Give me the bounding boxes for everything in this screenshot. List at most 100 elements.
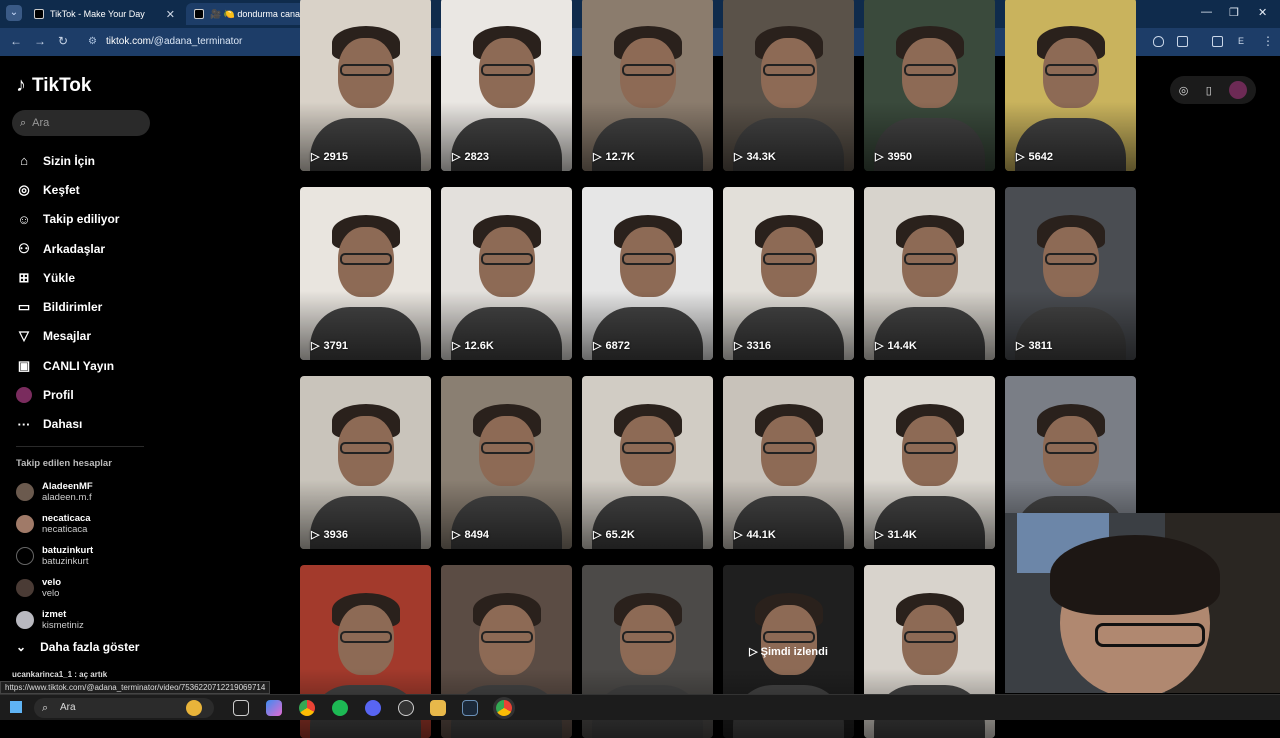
view-count-value: 3936 — [323, 528, 348, 541]
chrome-icon[interactable] — [299, 700, 315, 716]
sidebar-item-upload[interactable]: ⊞ Yükle — [16, 263, 156, 292]
following-account[interactable]: necaticaca necaticaca — [16, 508, 156, 540]
thumbnail-gradient — [300, 376, 431, 549]
video-thumbnail[interactable]: ▷ 31.4K — [864, 376, 995, 549]
tab-tiktok[interactable]: TikTok - Make Your Day ✕ — [26, 3, 183, 25]
profile-avatar[interactable] — [1229, 81, 1248, 99]
sidebar-item-label: Yükle — [43, 270, 76, 285]
view-count-value: 6872 — [605, 339, 630, 352]
tiktok-logo[interactable]: ♪ TikTok — [16, 74, 91, 97]
shield-extension-icon[interactable] — [1153, 36, 1164, 47]
thumbnail-gradient — [582, 187, 713, 360]
restore-icon[interactable]: ❐ — [1229, 6, 1239, 19]
video-thumbnail[interactable]: ▷ 3791 — [300, 187, 431, 360]
video-thumbnail[interactable]: ▷ 12.7K — [582, 0, 713, 171]
view-count: ▷ 3791 — [311, 339, 348, 353]
playlist-icon[interactable] — [1212, 36, 1223, 47]
close-icon[interactable]: ✕ — [166, 8, 175, 21]
show-more-button[interactable]: ⌄ Daha fazla göster — [16, 640, 139, 654]
thumbnail-gradient — [441, 187, 572, 360]
account-handle: necaticaca — [42, 524, 88, 535]
steam-icon[interactable] — [462, 700, 478, 716]
spotify-icon[interactable] — [332, 700, 348, 716]
sidebar-item-live[interactable]: ▣ CANLI Yayın — [16, 351, 156, 380]
sidebar-item-notifications[interactable]: ▭ Bildirimler — [16, 292, 156, 321]
sidebar-item-for-you[interactable]: ⌂ Sizin İçin — [16, 146, 156, 175]
play-icon: ▷ — [311, 340, 320, 352]
forward-icon[interactable]: → — [34, 34, 46, 48]
video-thumbnail[interactable]: ▷ 3950 — [864, 0, 995, 171]
discord-icon[interactable] — [365, 700, 381, 716]
search-box[interactable]: ⌕ — [12, 110, 150, 136]
chrome-active-icon[interactable] — [496, 700, 512, 716]
windows-start-icon[interactable] — [10, 701, 22, 713]
sidebar-item-friends[interactable]: ⚇ Arkadaşlar — [16, 234, 156, 263]
view-count: ▷ 8494 — [452, 528, 489, 542]
tab-title: TikTok - Make Your Day — [50, 9, 145, 19]
obs-icon[interactable] — [398, 700, 414, 716]
avatar — [16, 579, 34, 597]
video-thumbnail[interactable]: ▷ 3811 — [1005, 187, 1136, 360]
video-thumbnail[interactable]: ▷ 34.3K — [723, 0, 854, 171]
sidebar-item-profile[interactable]: Profil — [16, 380, 156, 409]
view-count: ▷ 3936 — [311, 528, 348, 542]
following-account[interactable]: velo velo — [16, 572, 156, 604]
video-thumbnail[interactable]: ▷ 6872 — [582, 187, 713, 360]
tiktok-note-icon: ♪ — [16, 74, 26, 96]
profile-initial-icon[interactable]: E — [1238, 36, 1244, 46]
sidebar-item-label: Takip ediliyor — [43, 212, 120, 227]
sidebar-nav: ⌂ Sizin İçin ◎ Keşfet ☺ Takip ediliyor ⚇ Ark… — [16, 146, 156, 439]
video-thumbnail[interactable]: ▷ 44.1K — [723, 376, 854, 549]
view-count: ▷ 12.6K — [452, 339, 494, 353]
following-account[interactable]: batuzinkurt batuzinkurt — [16, 540, 156, 572]
kebab-menu-icon[interactable]: ⋮ — [1262, 34, 1274, 48]
sidebar-item-messages[interactable]: ▽ Mesajlar — [16, 322, 156, 351]
following-account[interactable]: izmet kismetiniz — [16, 604, 156, 636]
video-thumbnail[interactable]: ▷ 65.2K — [582, 376, 713, 549]
video-thumbnail[interactable]: ▷ 8494 — [441, 376, 572, 549]
following-account[interactable]: AladeenMF aladeen.m.f — [16, 476, 156, 508]
device-icon[interactable]: ▯ — [1206, 84, 1212, 97]
copilot-sparkle-icon[interactable] — [186, 700, 202, 716]
view-count-value: 31.4K — [887, 528, 917, 541]
tab-search-button[interactable]: ⌄ — [6, 5, 22, 21]
show-more-label: Daha fazla göster — [40, 640, 140, 654]
video-thumbnail[interactable]: ▷ 12.6K — [441, 187, 572, 360]
video-thumbnail[interactable]: ▷ 2915 — [300, 0, 431, 171]
friends-icon: ⚇ — [18, 240, 30, 256]
video-thumbnail[interactable]: ▷ 5642 — [1005, 0, 1136, 171]
task-view-icon[interactable] — [233, 700, 249, 716]
view-count: ▷ 14.4K — [875, 339, 917, 353]
play-icon: ▷ — [875, 151, 884, 163]
compass-icon[interactable]: ◎ — [1179, 84, 1189, 97]
back-icon[interactable]: ← — [10, 34, 22, 48]
extensions-icon[interactable] — [1177, 36, 1188, 47]
view-count: ▷ 44.1K — [734, 528, 776, 542]
search-input[interactable] — [32, 117, 133, 129]
file-explorer-icon[interactable] — [430, 700, 446, 716]
video-thumbnail[interactable]: ▷ 3936 — [300, 376, 431, 549]
watched-now-label: ▷ Şimdi izlendi — [723, 645, 854, 658]
reload-icon[interactable]: ↻ — [58, 34, 68, 48]
sidebar-item-label: Mesajlar — [43, 329, 92, 344]
chevron-down-icon: ⌄ — [16, 640, 27, 654]
site-info-icon[interactable]: ⚙ — [88, 32, 97, 52]
play-icon: ▷ — [311, 529, 320, 541]
following-accounts-list: AladeenMF aladeen.m.f necaticaca necaticac… — [16, 476, 156, 636]
play-icon: ▷ — [734, 529, 743, 541]
video-thumbnail[interactable]: ▷ 3316 — [723, 187, 854, 360]
copilot-icon[interactable] — [266, 700, 282, 716]
sidebar-item-more[interactable]: ··· Dahası — [16, 410, 156, 439]
sidebar-item-following[interactable]: ☺ Takip ediliyor — [16, 205, 156, 234]
view-count: ▷ 2915 — [311, 150, 348, 164]
sidebar-item-explore[interactable]: ◎ Keşfet — [16, 175, 156, 204]
sidebar-item-label: Sizin İçin — [43, 153, 96, 168]
view-count-value: 3316 — [746, 339, 771, 352]
sidebar-item-label: Dahası — [43, 417, 83, 432]
video-thumbnail[interactable]: ▷ 2823 — [441, 0, 572, 171]
video-thumbnail[interactable]: ▷ 14.4K — [864, 187, 995, 360]
play-icon: ▷ — [875, 340, 884, 352]
minimize-icon[interactable]: — — [1201, 6, 1212, 18]
webcam-overlay — [1005, 513, 1280, 693]
close-window-icon[interactable]: ✕ — [1258, 6, 1267, 19]
